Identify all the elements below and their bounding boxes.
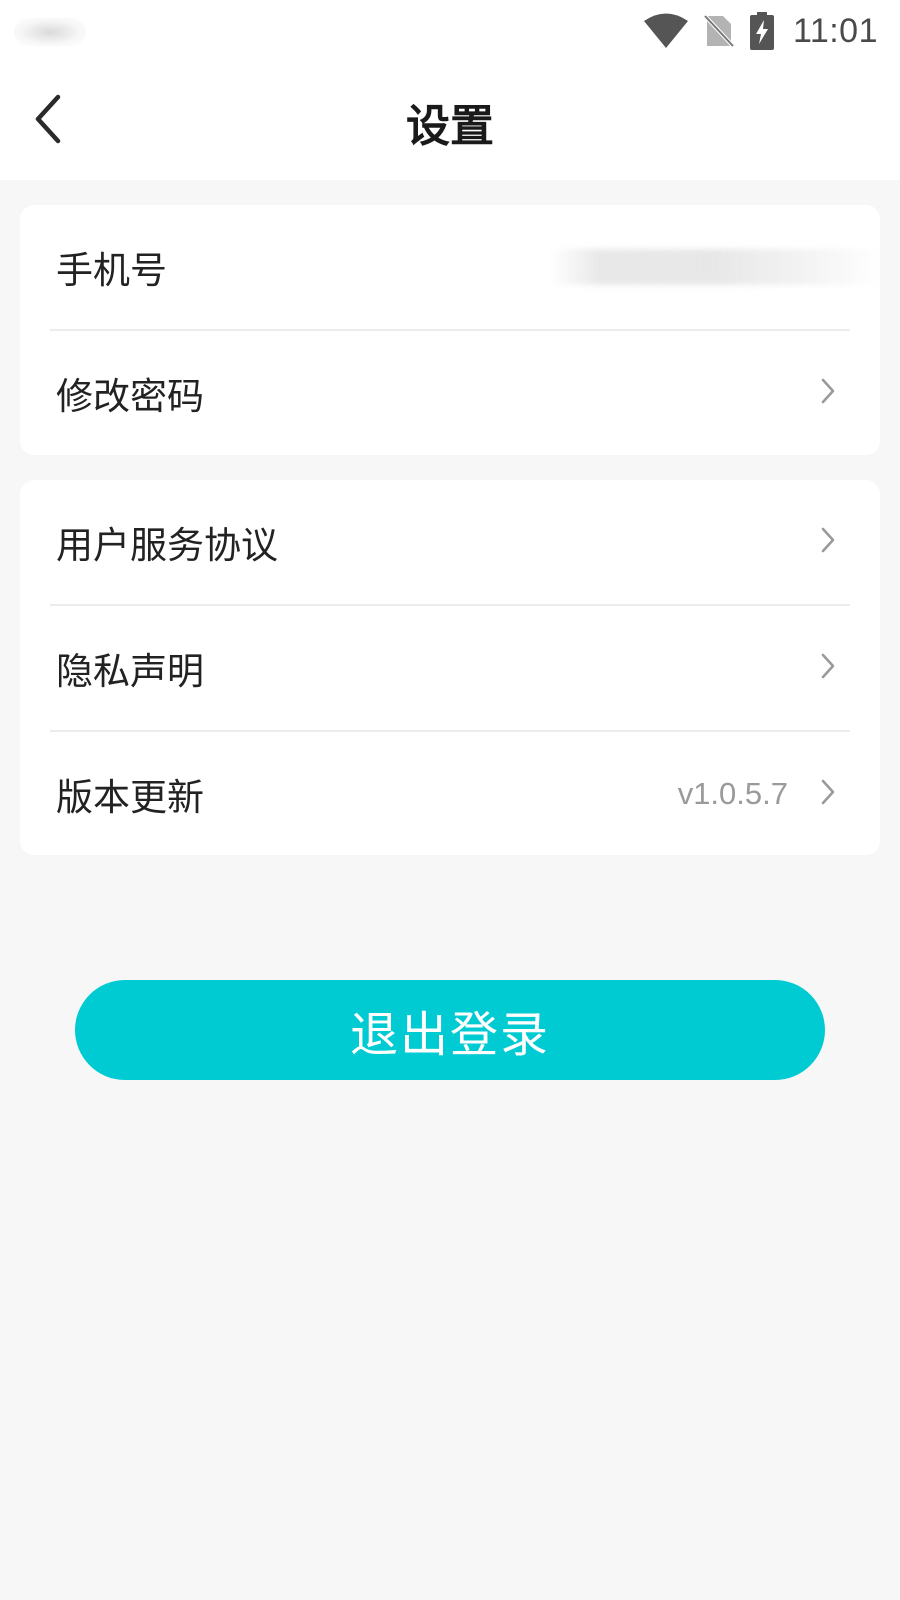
- version-update-label: 版本更新: [56, 776, 204, 819]
- notification-area-blurred: [14, 18, 86, 46]
- status-icons: 11:01: [643, 8, 878, 54]
- chevron-right-icon: [820, 778, 836, 810]
- change-password-row[interactable]: 修改密码: [20, 331, 880, 455]
- app-header: 设置: [0, 62, 900, 180]
- status-bar: 11:01: [0, 0, 900, 62]
- chevron-right-icon: [820, 652, 836, 684]
- no-sim-icon: [703, 12, 735, 50]
- privacy-statement-label: 隐私声明: [56, 650, 204, 693]
- battery-charging-icon: [749, 11, 775, 51]
- wifi-icon: [643, 12, 689, 50]
- phone-number-value-blurred: [550, 249, 880, 285]
- account-settings-card: 手机号 修改密码: [20, 205, 880, 455]
- page-title: 设置: [406, 101, 494, 152]
- phone-number-row: 手机号: [20, 205, 880, 329]
- logout-button[interactable]: 退出登录: [75, 980, 825, 1080]
- privacy-statement-row[interactable]: 隐私声明: [20, 606, 880, 730]
- version-number: v1.0.5.7: [677, 776, 788, 811]
- change-password-label: 修改密码: [56, 375, 204, 418]
- chevron-right-icon: [820, 377, 836, 409]
- user-agreement-row[interactable]: 用户服务协议: [20, 480, 880, 604]
- phone-number-label: 手机号: [56, 249, 167, 292]
- status-time: 11:01: [792, 11, 878, 50]
- version-update-row[interactable]: 版本更新 v1.0.5.7: [20, 732, 880, 856]
- chevron-right-icon: [820, 526, 836, 558]
- user-agreement-label: 用户服务协议: [56, 524, 278, 567]
- info-settings-card: 用户服务协议 隐私声明 版本更新 v1.0.5.7: [20, 480, 880, 855]
